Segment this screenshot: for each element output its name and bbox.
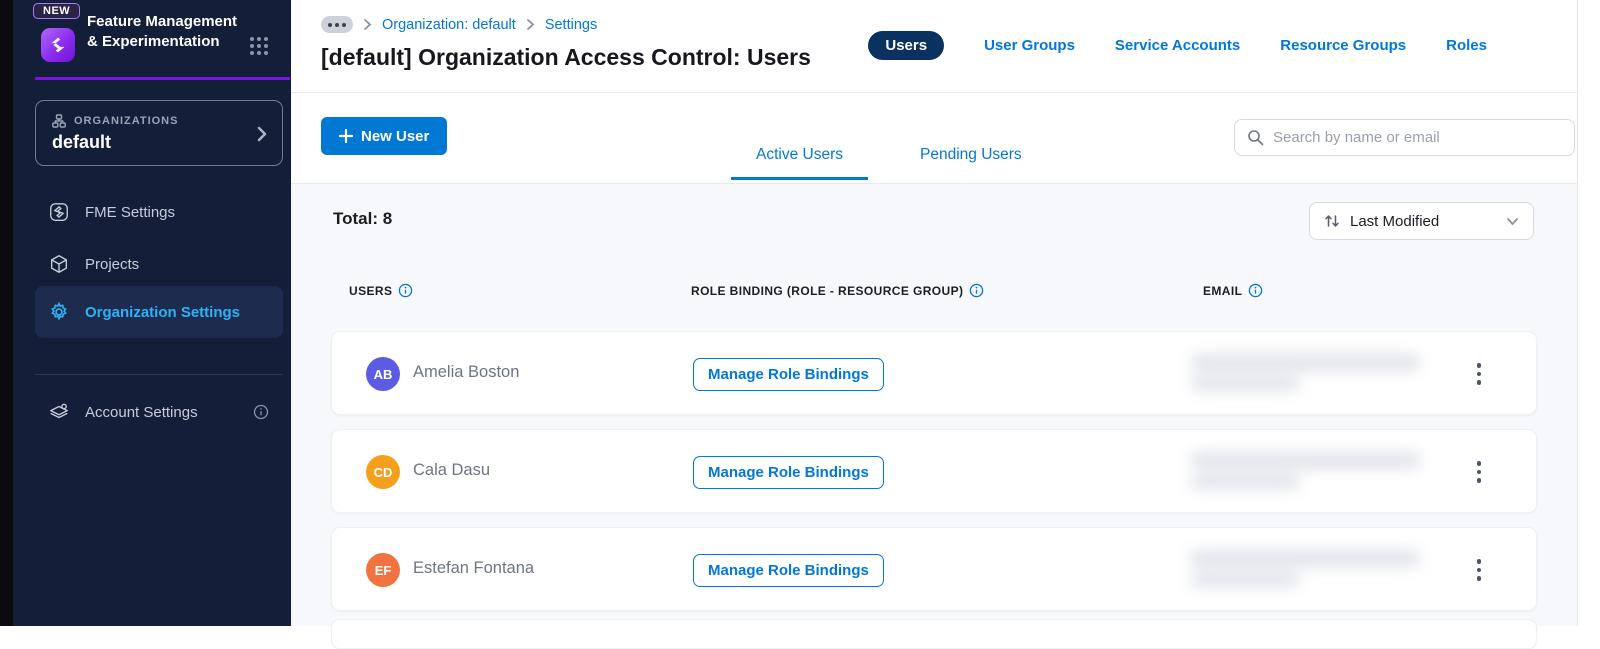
column-header-users: USERS <box>349 283 413 298</box>
sort-value: Last Modified <box>1350 212 1440 230</box>
tab-active-users[interactable]: Active Users <box>731 146 868 180</box>
page-title: [default] Organization Access Control: U… <box>321 44 811 70</box>
kebab-menu-icon[interactable] <box>1470 455 1488 489</box>
header-divider <box>291 92 1578 93</box>
sort-icon <box>1324 213 1340 229</box>
split-outline-icon <box>48 201 70 223</box>
tab-user-groups[interactable]: User Groups <box>984 37 1075 54</box>
chevron-down-icon <box>1506 217 1519 226</box>
organization-selector-label: ORGANIZATIONS <box>74 115 179 127</box>
email-redacted <box>1180 448 1430 496</box>
total-count: Total: 8 <box>333 209 393 228</box>
sidebar-item-label: Organization Settings <box>85 303 241 321</box>
right-gutter <box>1578 0 1600 626</box>
users-list-section: Total: 8 Last Modified USERS ROLE BINDIN… <box>291 184 1577 649</box>
cube-icon <box>48 253 70 275</box>
sidebar-divider <box>35 374 283 375</box>
user-name: Cala Dasu <box>413 461 491 479</box>
search-input[interactable] <box>1273 129 1562 146</box>
user-name: Estefan Fontana <box>413 559 535 577</box>
tab-roles[interactable]: Roles <box>1446 37 1487 54</box>
app-grid-icon[interactable] <box>249 36 269 56</box>
sidebar-item-organization-settings[interactable]: Organization Settings <box>35 286 283 338</box>
user-list-tabs: Active Users Pending Users <box>731 146 1032 180</box>
tab-users[interactable]: Users <box>868 31 945 60</box>
avatar: AB <box>366 357 400 391</box>
new-badge: NEW <box>33 3 81 19</box>
email-redacted <box>1180 350 1430 398</box>
kebab-menu-icon[interactable] <box>1470 553 1488 587</box>
new-user-button[interactable]: New User <box>321 117 448 155</box>
layers-gear-icon <box>48 401 70 423</box>
organization-selector-value: default <box>52 132 112 152</box>
chevron-right-icon <box>256 125 268 143</box>
tab-resource-groups[interactable]: Resource Groups <box>1280 37 1406 54</box>
search-icon <box>1247 129 1264 146</box>
info-icon[interactable] <box>969 283 984 298</box>
manage-role-bindings-button[interactable]: Manage Role Bindings <box>693 554 884 587</box>
sidebar-item-fme-settings[interactable]: FME Settings <box>35 192 283 232</box>
user-row: AB Amelia Boston Manage Role Bindings <box>331 331 1537 415</box>
tab-pending-users[interactable]: Pending Users <box>910 146 1032 180</box>
avatar: EF <box>366 553 400 587</box>
info-icon[interactable] <box>1248 283 1263 298</box>
avatar: CD <box>366 455 400 489</box>
sidebar-item-projects[interactable]: Projects <box>35 244 283 284</box>
sidebar: NEW Feature Management & Experimentation <box>13 0 291 626</box>
kebab-menu-icon[interactable] <box>1470 357 1488 391</box>
access-control-tabs: Users User Groups Service Accounts Resou… <box>868 31 1487 60</box>
sidebar-item-label: Account Settings <box>85 403 198 421</box>
gear-icon <box>48 301 70 323</box>
user-name: Amelia Boston <box>413 363 520 381</box>
sort-dropdown[interactable]: Last Modified <box>1309 202 1534 240</box>
manage-role-bindings-button[interactable]: Manage Role Bindings <box>693 456 884 489</box>
info-icon[interactable] <box>398 283 413 298</box>
sidebar-item-account-settings[interactable]: Account Settings <box>35 392 283 432</box>
sidebar-item-label: FME Settings <box>85 203 176 221</box>
organization-icon <box>52 114 66 128</box>
user-row-partial <box>331 619 1537 649</box>
chevron-right-icon <box>526 18 535 31</box>
email-redacted <box>1180 546 1430 594</box>
plus-icon <box>339 129 353 143</box>
search-box <box>1234 119 1575 156</box>
info-icon[interactable] <box>253 404 269 420</box>
window-edge-strip <box>0 0 13 626</box>
accent-divider <box>35 77 290 80</box>
tab-service-accounts[interactable]: Service Accounts <box>1115 37 1240 54</box>
main-pane: Organization: default Settings [default]… <box>291 0 1578 649</box>
user-row: EF Estefan Fontana Manage Role Bindings <box>331 527 1537 611</box>
breadcrumb: Organization: default Settings <box>321 16 597 33</box>
chevron-right-icon <box>363 18 372 31</box>
breadcrumb-link-organization[interactable]: Organization: default <box>382 17 516 33</box>
breadcrumb-link-settings[interactable]: Settings <box>545 17 597 33</box>
breadcrumb-ellipsis-icon[interactable] <box>321 16 353 33</box>
organization-selector[interactable]: ORGANIZATIONS default <box>35 100 283 166</box>
column-header-role-binding: ROLE BINDING (ROLE - RESOURCE GROUP) <box>691 283 984 298</box>
product-logo-icon[interactable] <box>41 28 75 62</box>
sidebar-item-label: Projects <box>85 255 140 273</box>
manage-role-bindings-button[interactable]: Manage Role Bindings <box>693 358 884 391</box>
column-header-email: EMAIL <box>1203 283 1263 298</box>
product-title: Feature Management & Experimentation <box>87 13 238 50</box>
user-row: CD Cala Dasu Manage Role Bindings <box>331 429 1537 513</box>
